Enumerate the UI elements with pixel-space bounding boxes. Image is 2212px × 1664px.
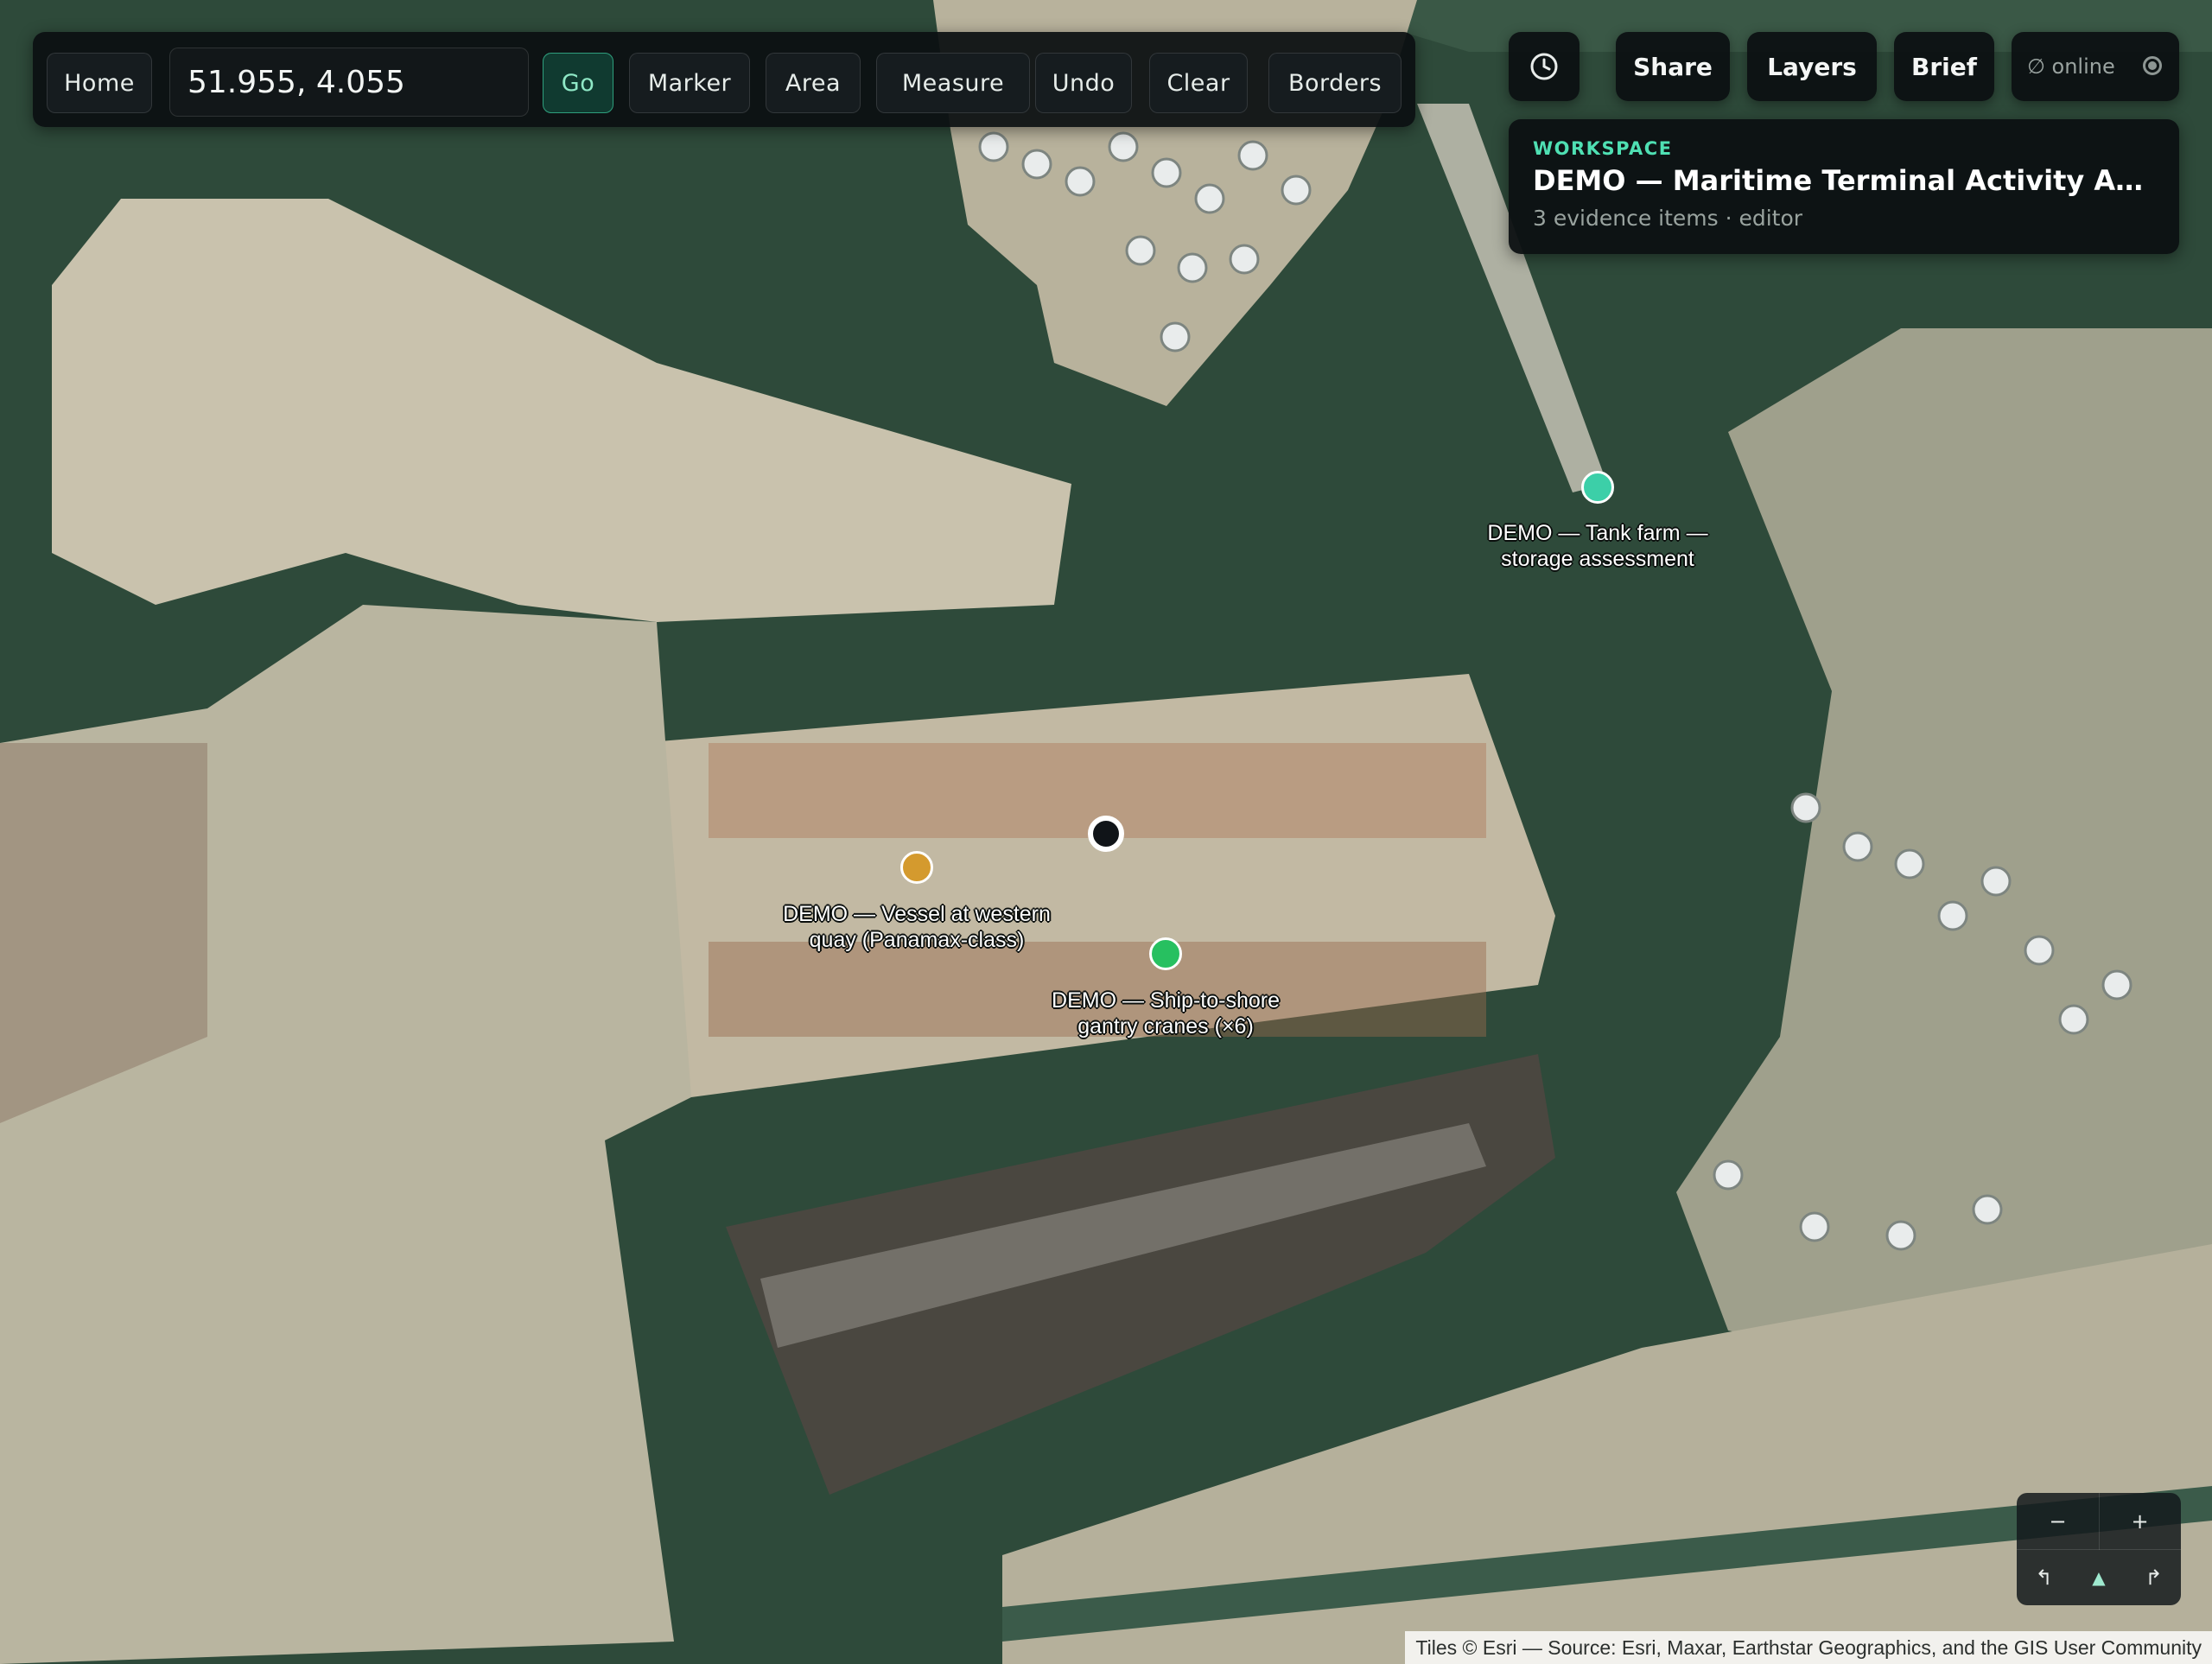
rotate-left-button[interactable]: ↰ (2017, 1549, 2071, 1605)
workspace-kicker: WORKSPACE (1533, 138, 1673, 159)
home-button[interactable]: Home (47, 53, 152, 113)
label-line: DEMO — Ship-to-shore (1052, 988, 1280, 1013)
undo-button[interactable]: Undo (1035, 53, 1132, 113)
workspace-title: DEMO — Maritime Terminal Activity Assess… (1533, 164, 2155, 197)
map-toolbar: Home Go Marker Area Measure Undo Clear B… (33, 32, 1415, 127)
marker-button[interactable]: Marker (629, 53, 750, 113)
evidence-label-gantry-cranes: DEMO — Ship-to-shore gantry cranes (×6) (1052, 988, 1280, 1039)
label-line: gantry cranes (×6) (1077, 1014, 1254, 1038)
workspace-meta: 3 evidence items · editor (1533, 206, 1803, 231)
current-location-marker[interactable] (1088, 816, 1124, 852)
clear-button[interactable]: Clear (1149, 53, 1248, 113)
zoom-in-button[interactable]: + (2099, 1493, 2181, 1550)
measure-button[interactable]: Measure (876, 53, 1030, 113)
area-button[interactable]: Area (766, 53, 861, 113)
rotate-right-button[interactable]: ↱ (2126, 1549, 2181, 1605)
label-line: DEMO — Vessel at western (783, 902, 1051, 926)
evidence-label-tank-farm: DEMO — Tank farm — storage assessment (1487, 520, 1707, 572)
evidence-marker-tank-farm[interactable] (1581, 471, 1614, 504)
north-reset-button[interactable]: ▲ (2071, 1549, 2126, 1605)
evidence-label-vessel: DEMO — Vessel at western quay (Panamax-c… (783, 901, 1051, 953)
history-button[interactable] (1509, 32, 1580, 101)
evidence-marker-vessel[interactable] (900, 851, 933, 884)
connection-status: ∅ online (2012, 32, 2179, 101)
share-button[interactable]: Share (1616, 32, 1730, 101)
brief-button[interactable]: Brief (1894, 32, 1994, 101)
zoom-controls: − + ↰ ▲ ↱ (2017, 1493, 2181, 1605)
radio-dot-icon (2143, 56, 2162, 75)
label-line: DEMO — Tank farm — (1487, 521, 1708, 545)
workspace-card[interactable]: WORKSPACE DEMO — Maritime Terminal Activ… (1509, 119, 2179, 254)
go-button[interactable]: Go (543, 53, 613, 113)
map-attribution: Tiles © Esri — Source: Esri, Maxar, Eart… (1405, 1631, 2212, 1664)
label-line: quay (Panamax-class) (809, 928, 1025, 952)
borders-button[interactable]: Borders (1268, 53, 1402, 113)
evidence-marker-gantry-cranes[interactable] (1149, 937, 1182, 970)
zoom-out-button[interactable]: − (2017, 1493, 2100, 1550)
clock-icon (1530, 53, 1558, 80)
coordinate-input[interactable] (169, 48, 529, 117)
status-text: ∅ online (2027, 54, 2115, 79)
label-line: storage assessment (1501, 547, 1694, 571)
layers-button[interactable]: Layers (1747, 32, 1877, 101)
